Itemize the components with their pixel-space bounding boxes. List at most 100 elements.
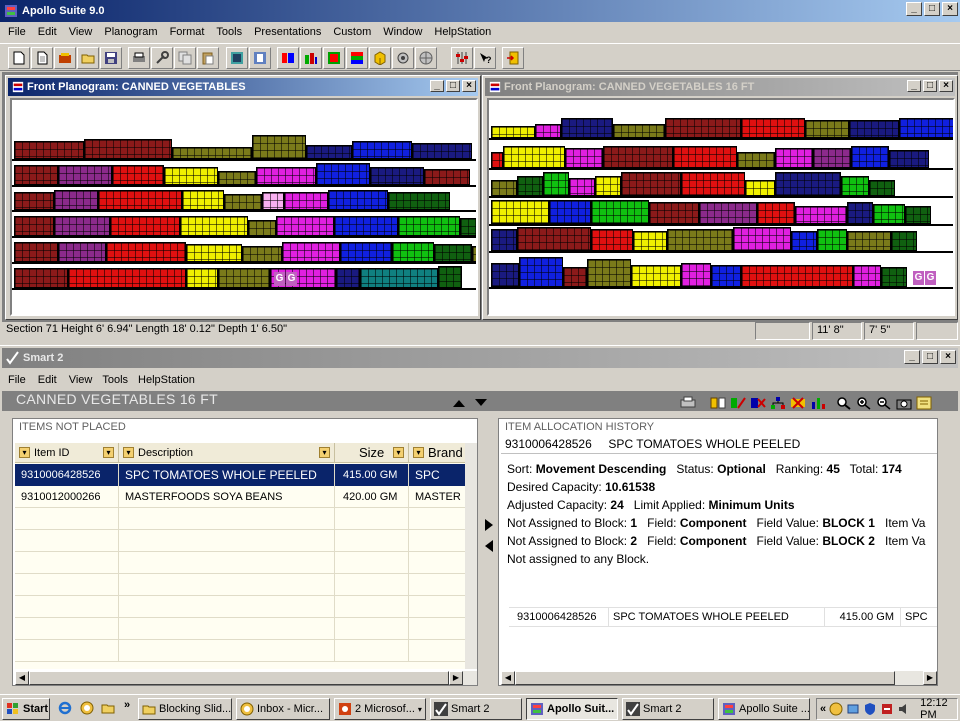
filter-icon[interactable]: ▾ bbox=[393, 447, 404, 458]
product-facing[interactable] bbox=[334, 216, 398, 236]
menu-window[interactable]: Window bbox=[377, 26, 428, 38]
product-facing[interactable] bbox=[370, 167, 424, 185]
product-facing[interactable] bbox=[328, 190, 388, 210]
product-facing[interactable] bbox=[340, 242, 392, 262]
expand-down-icon[interactable] bbox=[474, 398, 488, 408]
product-facing[interactable] bbox=[569, 178, 595, 196]
note-icon[interactable] bbox=[916, 396, 932, 410]
product-facing[interactable] bbox=[14, 216, 54, 236]
maximize-button[interactable]: □ bbox=[446, 80, 460, 92]
maximize-button[interactable]: □ bbox=[922, 350, 938, 364]
product-facing[interactable] bbox=[849, 120, 899, 138]
smart-menu-file[interactable]: File bbox=[2, 374, 32, 386]
product-facing[interactable] bbox=[563, 267, 587, 287]
smart-menu-tools[interactable]: Tools bbox=[98, 374, 132, 386]
close-button[interactable]: × bbox=[942, 2, 958, 16]
product-facing[interactable] bbox=[899, 118, 953, 138]
product-facing[interactable] bbox=[851, 146, 889, 168]
product-facing[interactable] bbox=[434, 244, 472, 262]
tools-button[interactable] bbox=[151, 47, 173, 69]
product-facing[interactable] bbox=[741, 265, 853, 287]
taskbar-button-smart-1[interactable]: Smart 2 bbox=[430, 698, 522, 720]
product-facing[interactable] bbox=[248, 220, 276, 236]
taskbar-button-blocking[interactable]: Blocking Slid... bbox=[138, 698, 232, 720]
product-facing[interactable] bbox=[491, 126, 535, 138]
zoom-icon[interactable] bbox=[836, 396, 852, 410]
product-facing[interactable] bbox=[699, 202, 757, 224]
product-facing[interactable] bbox=[84, 139, 172, 159]
menu-format[interactable]: Format bbox=[164, 26, 211, 38]
product-facing[interactable] bbox=[649, 202, 699, 224]
product-facing[interactable] bbox=[517, 227, 591, 251]
column-header-brand[interactable]: ▾ Brand bbox=[409, 443, 465, 463]
maximize-button[interactable]: □ bbox=[924, 2, 940, 16]
chart-button-5[interactable] bbox=[369, 47, 391, 69]
product-facing[interactable] bbox=[460, 218, 476, 236]
product-facing[interactable] bbox=[14, 242, 58, 262]
product-facing[interactable] bbox=[847, 202, 873, 224]
product-facing[interactable] bbox=[388, 192, 450, 210]
product-facing[interactable] bbox=[360, 268, 438, 288]
taskbar-button-apollo-2[interactable]: Apollo Suite ... bbox=[718, 698, 810, 720]
product-facing[interactable] bbox=[14, 192, 54, 210]
move-right-icon[interactable] bbox=[484, 518, 494, 532]
minimize-button[interactable]: _ bbox=[906, 2, 922, 16]
exit-button[interactable] bbox=[502, 47, 524, 69]
product-facing[interactable] bbox=[392, 242, 434, 262]
product-facing[interactable] bbox=[262, 192, 284, 210]
product-facing[interactable] bbox=[711, 265, 741, 287]
product-facing[interactable] bbox=[491, 180, 517, 196]
chart-button-3[interactable] bbox=[323, 47, 345, 69]
open-file-button[interactable] bbox=[31, 47, 53, 69]
product-facing[interactable] bbox=[58, 165, 112, 185]
product-facing[interactable] bbox=[775, 172, 841, 196]
folder-quicklaunch-icon[interactable] bbox=[101, 701, 115, 715]
items-vscroll[interactable] bbox=[465, 443, 477, 669]
print-button[interactable] bbox=[128, 47, 150, 69]
library-button[interactable] bbox=[54, 47, 76, 69]
minimize-button[interactable]: _ bbox=[430, 80, 444, 92]
items-hscroll[interactable]: ◀ ▶ bbox=[15, 671, 477, 685]
print-icon[interactable] bbox=[680, 396, 696, 410]
menu-planogram[interactable]: Planogram bbox=[98, 26, 163, 38]
adjust-button[interactable] bbox=[451, 47, 473, 69]
product-facing[interactable] bbox=[186, 268, 218, 288]
product-facing[interactable] bbox=[172, 147, 252, 159]
product-facing[interactable] bbox=[14, 165, 58, 185]
product-facing[interactable] bbox=[737, 152, 775, 168]
product-facing[interactable] bbox=[757, 202, 795, 224]
sort-icon[interactable]: ▾ bbox=[413, 447, 424, 458]
tray-shield-icon[interactable] bbox=[863, 702, 877, 716]
taskbar-button-inbox[interactable]: Inbox - Micr... bbox=[236, 698, 330, 720]
product-facing[interactable] bbox=[905, 206, 931, 224]
sort-icon[interactable]: ▾ bbox=[19, 447, 30, 458]
tree-icon[interactable] bbox=[770, 396, 786, 410]
scroll-left-button[interactable]: ◀ bbox=[15, 671, 29, 685]
product-facing[interactable] bbox=[665, 118, 741, 138]
product-facing[interactable] bbox=[543, 172, 569, 196]
tray-network-icon[interactable] bbox=[846, 702, 860, 716]
product-facing[interactable] bbox=[186, 244, 242, 262]
product-facing[interactable] bbox=[561, 118, 613, 138]
save-button[interactable] bbox=[100, 47, 122, 69]
product-facing[interactable] bbox=[587, 259, 631, 287]
product-facing[interactable] bbox=[218, 268, 270, 288]
layout-icon[interactable] bbox=[710, 396, 726, 410]
product-facing[interactable] bbox=[853, 265, 881, 287]
product-button[interactable] bbox=[249, 47, 271, 69]
smart-menu-edit[interactable]: Edit bbox=[32, 374, 63, 386]
chart-bars-icon[interactable] bbox=[810, 396, 826, 410]
product-facing[interactable] bbox=[54, 216, 110, 236]
product-facing[interactable] bbox=[491, 229, 517, 251]
remove-block-icon[interactable] bbox=[790, 396, 806, 410]
product-facing[interactable] bbox=[424, 169, 470, 185]
globe-button[interactable] bbox=[415, 47, 437, 69]
product-facing[interactable] bbox=[58, 242, 106, 262]
product-facing[interactable] bbox=[775, 148, 813, 168]
maximize-button[interactable]: □ bbox=[923, 80, 937, 92]
scroll-thumb[interactable] bbox=[29, 671, 449, 685]
menu-edit[interactable]: Edit bbox=[32, 26, 63, 38]
product-facing[interactable] bbox=[491, 152, 503, 168]
chart-button-1[interactable] bbox=[277, 47, 299, 69]
sort-icon[interactable]: ▾ bbox=[123, 447, 134, 458]
